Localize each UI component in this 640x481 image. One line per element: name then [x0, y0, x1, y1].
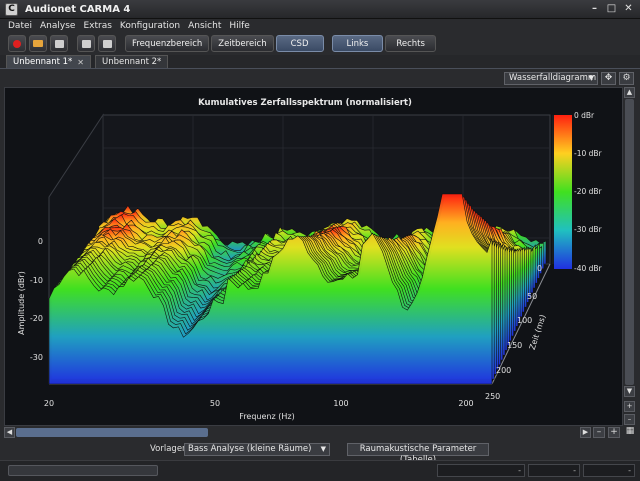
save-icon[interactable] [50, 35, 68, 52]
x-tick-1: 50 [210, 399, 220, 408]
menu-extras[interactable]: Extras [83, 21, 111, 31]
scroll-down-icon[interactable]: ▼ [624, 386, 635, 397]
y-tick-2: -20 [30, 314, 43, 323]
close-tab-icon[interactable]: ✕ [77, 58, 84, 67]
document-tabs: Unbennant 1* ✕ Unbennant 2* [0, 55, 640, 69]
templates-value: Bass Analyse (kleine Räume) [188, 444, 312, 454]
open-folder-icon[interactable] [29, 35, 47, 52]
y-tick-3: -30 [30, 353, 43, 362]
templates-bar: Vorlagen Bass Analyse (kleine Räume) ▼ R… [0, 441, 640, 465]
status-field-3: - [583, 464, 635, 477]
menu-konfiguration[interactable]: Konfiguration [120, 21, 180, 31]
menu-hilfe[interactable]: Hilfe [229, 21, 249, 31]
toolbar: Frequenzbereich Zeitbereich CSD Links Re… [0, 33, 640, 54]
zoom-out-horizontal-icon[interactable]: – [593, 427, 605, 438]
tab-label: Unbennant 2* [102, 57, 162, 67]
menu-datei[interactable]: Datei [8, 21, 32, 31]
x-tick-3: 200 [458, 399, 473, 408]
menu-bar: Datei Analyse Extras Konfiguration Ansic… [0, 19, 640, 32]
links-button[interactable]: Links [331, 35, 384, 52]
colorbar-label-1: -10 dBr [574, 149, 603, 158]
print-icon[interactable] [98, 35, 116, 52]
x-axis-label: Frequenz (Hz) [239, 412, 294, 421]
chevron-down-icon: ▼ [320, 445, 326, 453]
x-tick-2: 100 [333, 399, 348, 408]
view-type-value: Wasserfalldiagramm [509, 73, 597, 83]
record-icon[interactable] [8, 35, 26, 52]
menu-analyse[interactable]: Analyse [40, 21, 75, 31]
menu-ansicht[interactable]: Ansicht [188, 21, 221, 31]
close-icon[interactable]: ✕ [623, 3, 634, 14]
csd-button[interactable]: CSD [275, 35, 324, 52]
zoom-out-vertical-icon[interactable]: – [624, 414, 635, 425]
templates-label: Vorlagen [150, 444, 188, 454]
z-tick-3: 150 [507, 341, 522, 350]
view-bar: Wasserfalldiagramm ▼ ✥ ⚙ [0, 70, 640, 86]
app-window: C Audionet CARMA 4 – □ ✕ Datei Analyse E… [0, 0, 640, 481]
z-tick-0: 0 [537, 264, 542, 273]
templates-select[interactable]: Bass Analyse (kleine Räume) ▼ [184, 443, 330, 456]
csd-chart-panel: Kumulatives Zerfallsspektrum (normalisie… [4, 87, 623, 426]
vertical-scroll-thumb[interactable] [625, 99, 634, 385]
waterfall-chart: Kumulatives Zerfallsspektrum (normalisie… [17, 98, 603, 421]
status-bar: - - - [0, 460, 640, 481]
zoom-in-vertical-icon[interactable]: + [624, 401, 635, 412]
room-acoustic-params-button[interactable]: Raumakustische Parameter (Tabelle) [347, 443, 489, 465]
zoom-in-horizontal-icon[interactable]: + [608, 427, 620, 438]
vertical-scrollbar[interactable]: ▲ ▼ + – [623, 87, 636, 426]
status-field-2: - [528, 464, 580, 477]
tab-unbennant-2[interactable]: Unbennant 2* [95, 55, 169, 68]
z-tick-1: 50 [527, 292, 537, 301]
z-tick-2: 100 [517, 316, 532, 325]
colorbar-label-3: -30 dBr [574, 225, 603, 234]
scroll-left-icon[interactable]: ◀ [4, 427, 15, 438]
panel-corner-icon: ▦ [625, 426, 635, 436]
frequenzbereich-button[interactable]: Frequenzbereich [125, 35, 210, 52]
progress-bar [8, 465, 158, 476]
scroll-up-icon[interactable]: ▲ [624, 87, 635, 98]
zeitbereich-button[interactable]: Zeitbereich [211, 35, 274, 52]
maximize-icon[interactable]: □ [606, 3, 617, 14]
y-tick-1: -10 [30, 276, 43, 285]
tab-unbennant-1[interactable]: Unbennant 1* ✕ [6, 55, 91, 68]
chart-title: Kumulatives Zerfallsspektrum (normalisie… [198, 98, 412, 108]
tab-label: Unbennant 1* [13, 57, 73, 67]
title-bar: C Audionet CARMA 4 – □ ✕ [0, 0, 640, 19]
chevron-down-icon: ▼ [588, 74, 594, 82]
app-logo-icon: C [5, 2, 18, 16]
colorbar-label-0: 0 dBr [574, 111, 595, 120]
colorbar-label-2: -20 dBr [574, 187, 603, 196]
move-icon[interactable]: ✥ [601, 72, 616, 85]
colorbar: 0 dBr -10 dBr -20 dBr -30 dBr -40 dBr [554, 111, 603, 273]
camera-icon[interactable] [77, 35, 95, 52]
y-tick-0: 0 [38, 237, 43, 246]
horizontal-scrollbar[interactable]: ◀ ▶ [4, 427, 592, 439]
window-title: Audionet CARMA 4 [25, 3, 131, 15]
scroll-right-icon[interactable]: ▶ [580, 427, 591, 438]
z-tick-5: 250 [485, 392, 500, 401]
rechts-button[interactable]: Rechts [385, 35, 436, 52]
horizontal-scroll-thumb[interactable] [16, 428, 208, 437]
colorbar-label-4: -40 dBr [574, 264, 603, 273]
minimize-icon[interactable]: – [589, 3, 600, 14]
view-type-select[interactable]: Wasserfalldiagramm ▼ [504, 72, 598, 85]
y-axis-label: Amplitude (dBr) [17, 271, 26, 335]
status-field-1: - [437, 464, 525, 477]
gear-icon[interactable]: ⚙ [619, 72, 634, 85]
z-tick-4: 200 [496, 366, 511, 375]
x-tick-0: 20 [44, 399, 54, 408]
